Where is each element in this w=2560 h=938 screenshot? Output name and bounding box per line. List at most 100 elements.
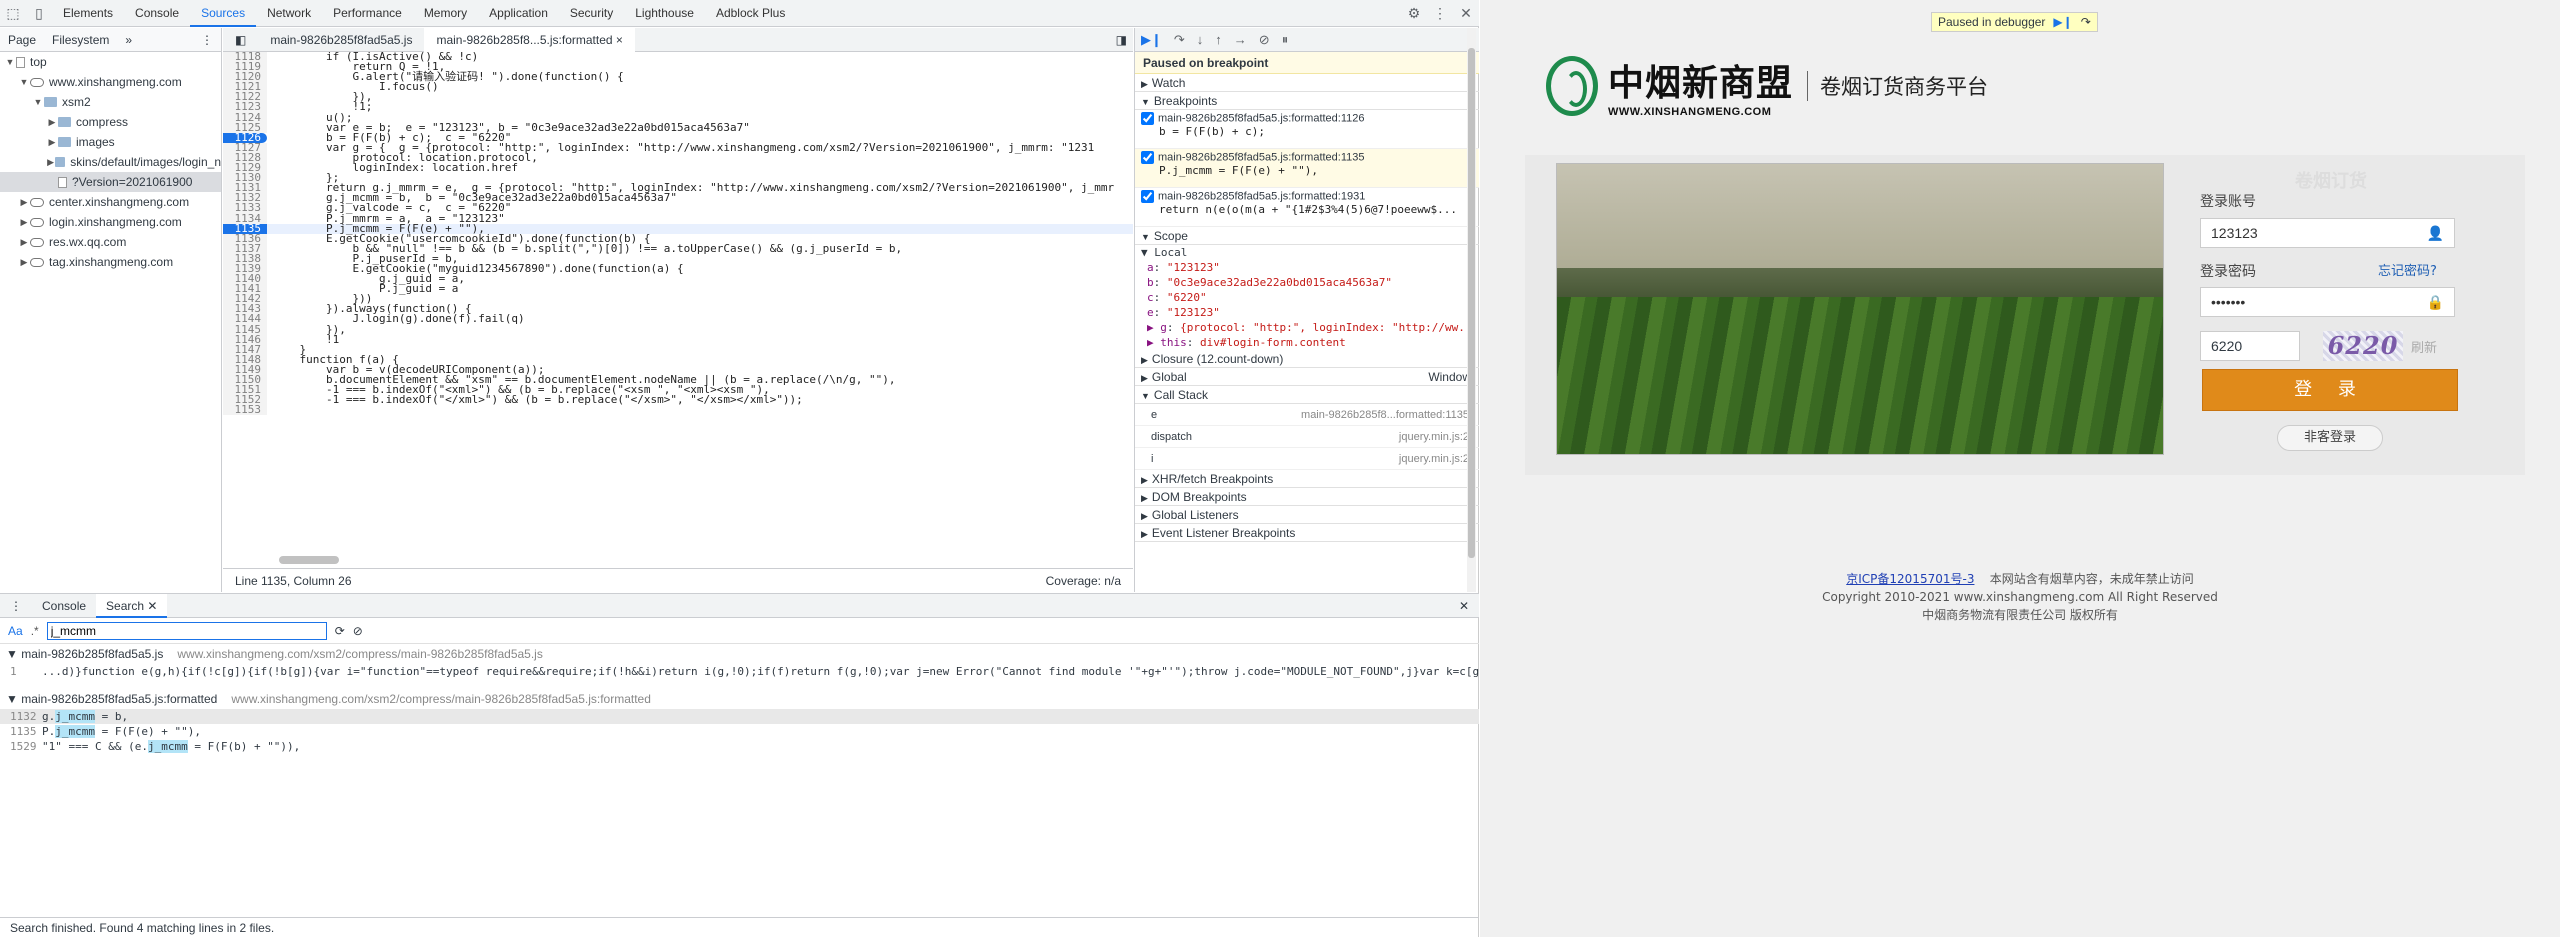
password-input[interactable]: ••••••• 🔒	[2200, 287, 2455, 317]
scrollbar-thumb[interactable]	[1468, 48, 1475, 558]
frame-location[interactable]: jquery.min.js:2	[1399, 448, 1469, 469]
resume-overlay-icon[interactable]: ▶❙	[2053, 12, 2072, 32]
horizontal-scrollbar[interactable]	[279, 556, 339, 564]
match-case-icon[interactable]: Aa	[8, 624, 23, 638]
tree-item[interactable]: ▶ images	[0, 132, 221, 152]
search-result-line[interactable]: 1135 P.j_mcmm = F(F(e) + ""),	[0, 724, 1479, 739]
watch-section[interactable]: ▶ Watch	[1135, 74, 1479, 92]
toggle-debugger-icon[interactable]: ◨	[1116, 33, 1133, 47]
step-into-icon[interactable]: ↓	[1197, 32, 1204, 47]
global-scope[interactable]: ▶ Global Window	[1135, 368, 1479, 386]
close-tab-icon[interactable]: ×	[616, 33, 623, 47]
deactivate-breakpoints-icon[interactable]: ⊘	[1259, 32, 1270, 48]
resume-icon[interactable]: ▶❙	[1141, 32, 1162, 48]
tree-item[interactable]: ▶ skins/default/images/login_n	[0, 152, 221, 172]
search-input[interactable]	[46, 621, 327, 640]
tree-item[interactable]: ▶ login.xinshangmeng.com	[0, 212, 221, 232]
captcha-input[interactable]: 6220	[2200, 331, 2300, 361]
event-listener-breakpoints-section[interactable]: ▶ Event Listener Breakpoints	[1135, 524, 1479, 542]
device-toolbar-icon[interactable]: ▯	[26, 0, 52, 27]
code-line[interactable]: 1123 !1;	[223, 101, 1133, 113]
devtools-tab-network[interactable]: Network	[256, 0, 322, 27]
editor-tab-raw[interactable]: main-9826b285f8fad5a5.js	[258, 28, 424, 52]
icp-link[interactable]: 京ICP备12015701号-3	[1846, 572, 1974, 586]
breakpoint-item[interactable]: main-9826b285f8fad5a5.js:formatted:1135 P…	[1135, 149, 1479, 188]
login-button[interactable]: 登 录	[2202, 369, 2458, 411]
search-result-line[interactable]: 1132 g.j_mcmm = b,	[0, 709, 1479, 724]
tree-item[interactable]: ▼ top	[0, 52, 221, 72]
devtools-tab-adblock-plus[interactable]: Adblock Plus	[705, 0, 796, 27]
devtools-tab-application[interactable]: Application	[478, 0, 559, 27]
close-drawer-icon[interactable]: ✕	[1449, 599, 1479, 613]
scope-variable[interactable]: a: "123123"	[1135, 260, 1479, 275]
scope-variable[interactable]: e: "123123"	[1135, 305, 1479, 320]
devtools-tab-memory[interactable]: Memory	[413, 0, 478, 27]
close-search-tab-icon[interactable]: ✕	[147, 599, 157, 613]
nav-more-icon[interactable]: ⋮	[193, 33, 221, 47]
step-out-icon[interactable]: ↑	[1215, 32, 1222, 47]
local-scope[interactable]: ▼ Local	[1135, 245, 1479, 260]
toggle-navigator-icon[interactable]: ◧	[223, 28, 258, 52]
code-line[interactable]: 1129 loginIndex: location.href	[223, 162, 1133, 174]
step-over-icon[interactable]: ↷	[1174, 32, 1185, 48]
nav-tab-filesystem[interactable]: Filesystem	[44, 33, 117, 47]
devtools-tab-performance[interactable]: Performance	[322, 0, 413, 27]
devtools-tab-console[interactable]: Console	[124, 0, 190, 27]
inspect-element-icon[interactable]: ⬚	[0, 0, 26, 27]
drawer-tab-console[interactable]: Console	[32, 599, 96, 613]
breakpoint-checkbox[interactable]	[1141, 190, 1154, 203]
debugger-scrollbar[interactable]	[1467, 28, 1476, 592]
scope-variable[interactable]: c: "6220"	[1135, 290, 1479, 305]
step-overlay-icon[interactable]: ↷	[2081, 12, 2091, 32]
regex-icon[interactable]: .*	[31, 624, 39, 638]
scope-variable[interactable]: ▶ this: div#login-form.content	[1135, 335, 1479, 350]
tree-item[interactable]: ▶ compress	[0, 112, 221, 132]
xhr-breakpoints-section[interactable]: ▶ XHR/fetch Breakpoints	[1135, 470, 1479, 488]
tree-item[interactable]: ▼ xsm2	[0, 92, 221, 112]
tree-item[interactable]: ?Version=2021061900	[0, 172, 221, 192]
frame-location[interactable]: jquery.min.js:2	[1399, 426, 1469, 447]
nav-tab-page[interactable]: Page	[0, 33, 44, 47]
tree-item[interactable]: ▶ center.xinshangmeng.com	[0, 192, 221, 212]
dom-breakpoints-section[interactable]: ▶ DOM Breakpoints	[1135, 488, 1479, 506]
code-line[interactable]: 1153	[223, 404, 1133, 416]
clear-search-icon[interactable]: ⊘	[353, 624, 363, 638]
code-line[interactable]: 1145 }),	[223, 323, 1133, 335]
forgot-password-link[interactable]: 忘记密码?	[2378, 260, 2437, 279]
refresh-captcha-link[interactable]: 刷新	[2411, 337, 2437, 356]
callstack-frame[interactable]: i jquery.min.js:2	[1135, 448, 1479, 470]
breakpoint-item[interactable]: main-9826b285f8fad5a5.js:formatted:1126 b…	[1135, 110, 1479, 149]
tree-item[interactable]: ▶ tag.xinshangmeng.com	[0, 252, 221, 272]
devtools-tab-sources[interactable]: Sources	[190, 0, 257, 27]
drawer-tab-search[interactable]: Search ✕	[96, 593, 168, 618]
more-tabs-icon[interactable]: »	[117, 33, 140, 47]
closure-scope[interactable]: ▶ Closure (12.count-down)	[1135, 350, 1479, 368]
pause-exceptions-icon[interactable]: ⏸	[1282, 32, 1289, 48]
global-listeners-section[interactable]: ▶ Global Listeners	[1135, 506, 1479, 524]
search-result-file[interactable]: ▼ main-9826b285f8fad5a5.js www.xinshangme…	[0, 644, 1479, 664]
breakpoints-section[interactable]: ▼ Breakpoints	[1135, 92, 1479, 110]
close-devtools-icon[interactable]: ✕	[1453, 0, 1479, 27]
scope-variable[interactable]: b: "0c3e9ace32ad3e22a0bd015aca4563a7"	[1135, 275, 1479, 290]
drawer-menu-icon[interactable]: ⋮	[0, 599, 32, 613]
breakpoint-checkbox[interactable]	[1141, 112, 1154, 125]
callstack-frame[interactable]: dispatch jquery.min.js:2	[1135, 426, 1479, 448]
code-view[interactable]: 1118 if (I.isActive() && !c) 1119 return …	[223, 52, 1133, 568]
scope-section[interactable]: ▼ Scope	[1135, 227, 1479, 245]
captcha-image[interactable]: 6220	[2323, 331, 2403, 361]
settings-gear-icon[interactable]: ⚙	[1401, 0, 1427, 27]
search-result-line[interactable]: 1529 "1" === C && (e.j_mcmm = F(F(b) + ""…	[0, 739, 1479, 754]
tree-item[interactable]: ▶ res.wx.qq.com	[0, 232, 221, 252]
devtools-tab-lighthouse[interactable]: Lighthouse	[624, 0, 705, 27]
breakpoint-item[interactable]: main-9826b285f8fad5a5.js:formatted:1931 r…	[1135, 188, 1479, 227]
refresh-search-icon[interactable]: ⟳	[335, 624, 345, 638]
callstack-frame[interactable]: e main-9826b285f8...formatted:1135	[1135, 404, 1479, 426]
account-input[interactable]: 123123 👤	[2200, 218, 2455, 248]
search-result-line[interactable]: 1 ...d)}function e(g,h){if(!c[g]){if(!b[g…	[0, 664, 1479, 679]
more-options-icon[interactable]: ⋮	[1427, 0, 1453, 27]
search-result-file[interactable]: ▼ main-9826b285f8fad5a5.js:formatted www.…	[0, 689, 1479, 709]
frame-location[interactable]: main-9826b285f8...formatted:1135	[1301, 404, 1469, 425]
code-line[interactable]: 1144 J.login(g).done(f).fail(q)	[223, 313, 1133, 325]
non-member-login-button[interactable]: 非客登录	[2277, 425, 2383, 451]
line-number[interactable]: 1153	[223, 404, 267, 416]
